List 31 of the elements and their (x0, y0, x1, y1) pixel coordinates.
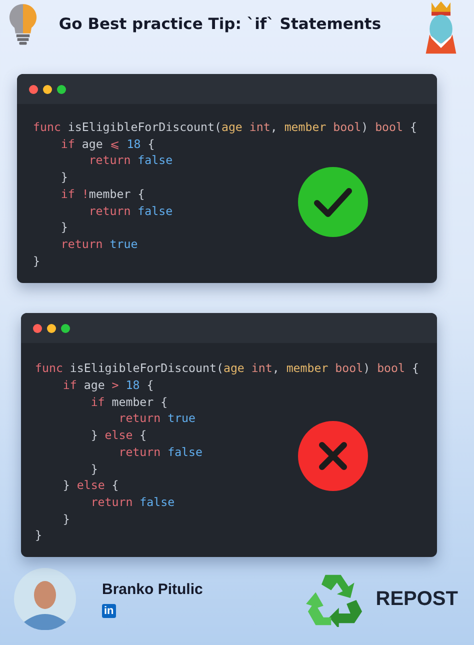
minimize-dot-icon (47, 324, 56, 333)
code-line: return false (118, 444, 202, 461)
code-line: return true (118, 410, 196, 428)
code-line: } (60, 169, 68, 186)
code-line: } (35, 527, 42, 544)
code-line: if member { (90, 394, 168, 410)
social-link[interactable]: in (102, 604, 116, 618)
code-line: func isEligibleForDiscount(age int, member bool) bool { (35, 360, 419, 378)
zoom-dot-icon (61, 324, 70, 333)
code-line: } (60, 219, 68, 236)
code-line: return false (88, 152, 173, 170)
code-line: if !member { (60, 186, 145, 203)
code-line: } (33, 252, 40, 270)
code-line: func isEligibleForDiscount(age int, member bool) bool { (33, 119, 417, 136)
code-line: } else { (90, 427, 147, 444)
code-line: } (62, 510, 70, 528)
code-line: if age ⩽ 18 { (60, 136, 155, 152)
close-dot-icon (29, 84, 38, 94)
avatar-icon (14, 568, 76, 630)
repost-label: REPOST (376, 588, 458, 611)
close-dot-icon (33, 324, 42, 333)
minimize-dot-icon (43, 84, 52, 94)
code-line: return false (88, 202, 173, 220)
page-title: Go Best practice Tip: `if` Statements (58, 15, 382, 33)
zoom-dot-icon (57, 84, 66, 94)
code-line: } else { (62, 477, 119, 494)
code-line: } (90, 460, 98, 478)
code-line: return true (60, 236, 138, 253)
code-line: return false (90, 494, 175, 511)
author-name: Branko Pitulic (102, 580, 203, 598)
code-line: if age > 18 { (62, 377, 154, 394)
